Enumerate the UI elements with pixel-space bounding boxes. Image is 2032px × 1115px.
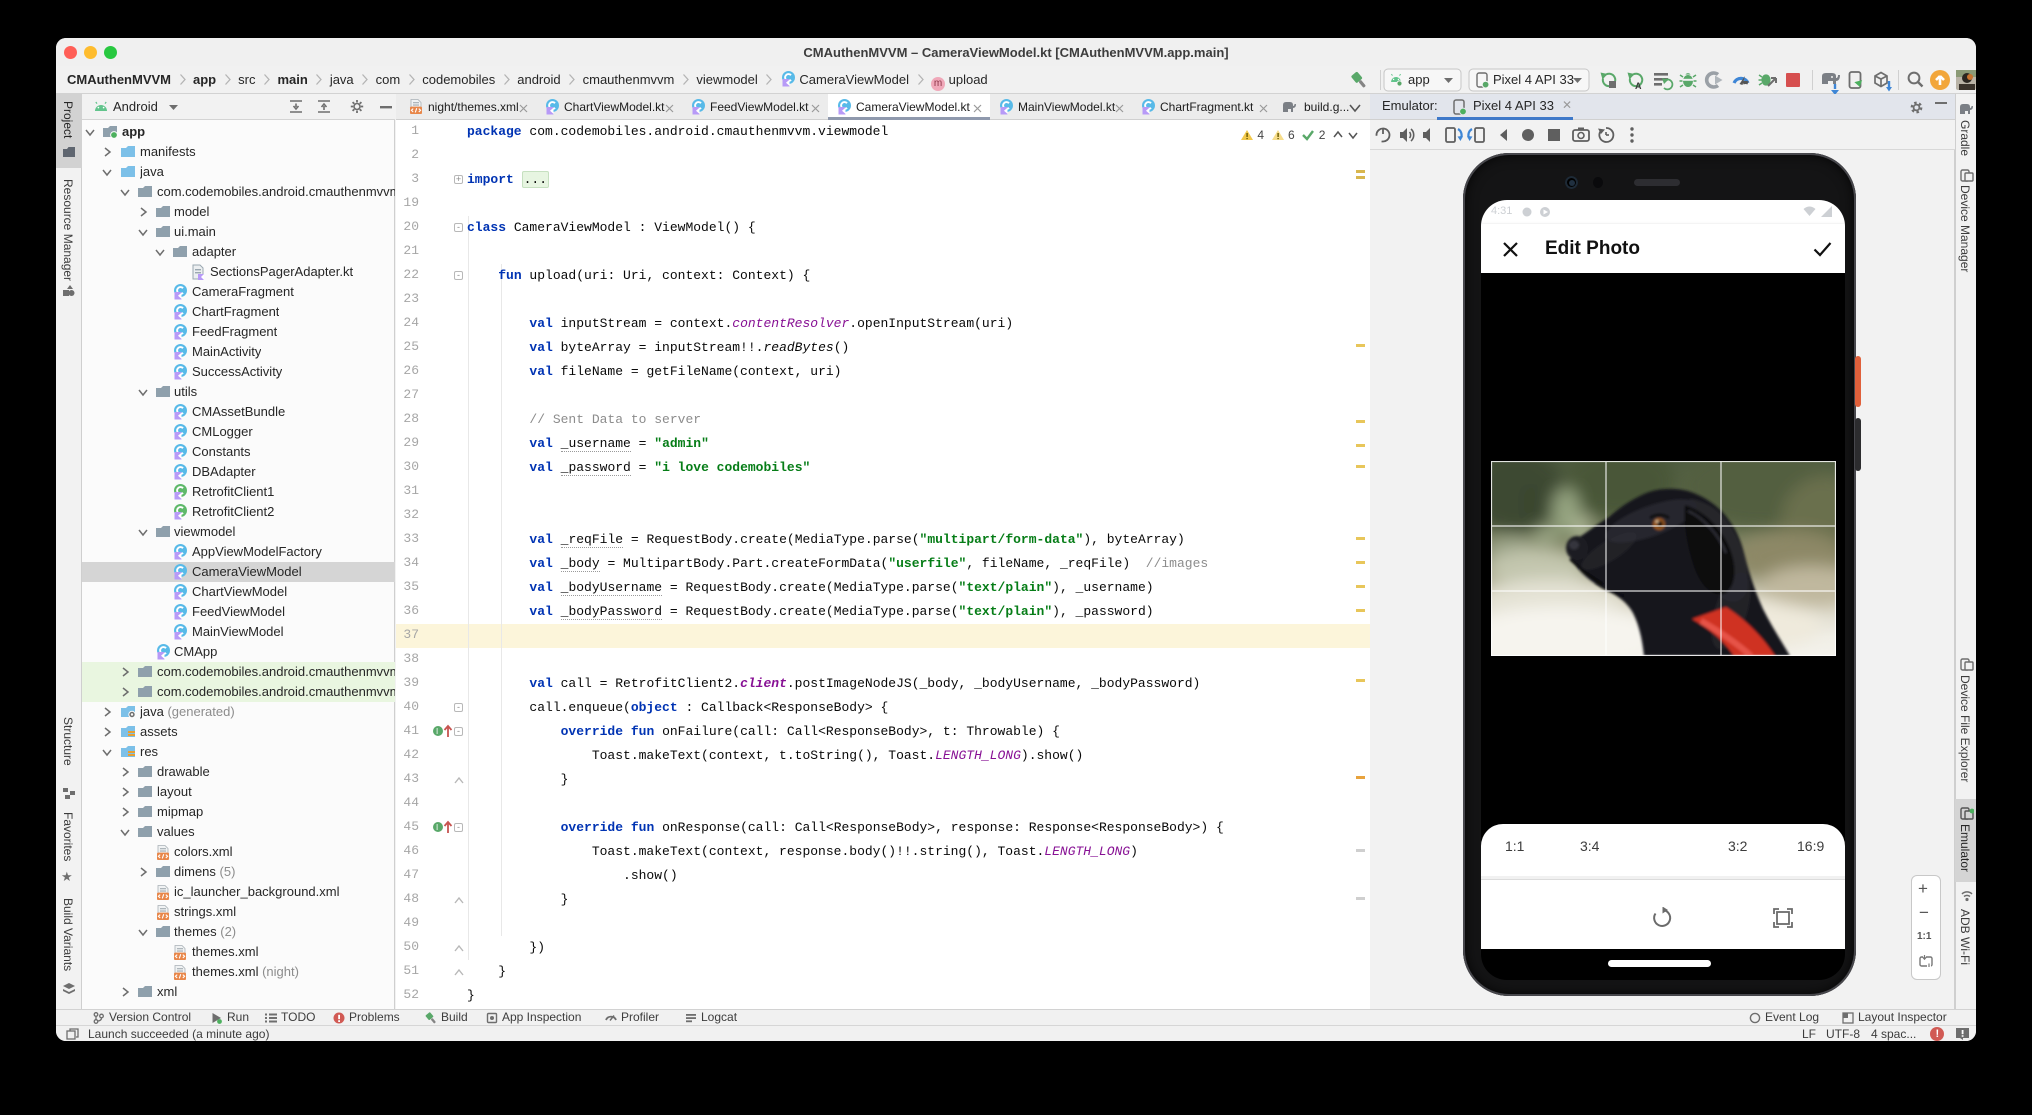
svg-text:Pixel 4 API 33: Pixel 4 API 33 [1493, 72, 1574, 87]
svg-text:A: A [1635, 81, 1642, 91]
svg-text:app: app [1408, 72, 1430, 87]
